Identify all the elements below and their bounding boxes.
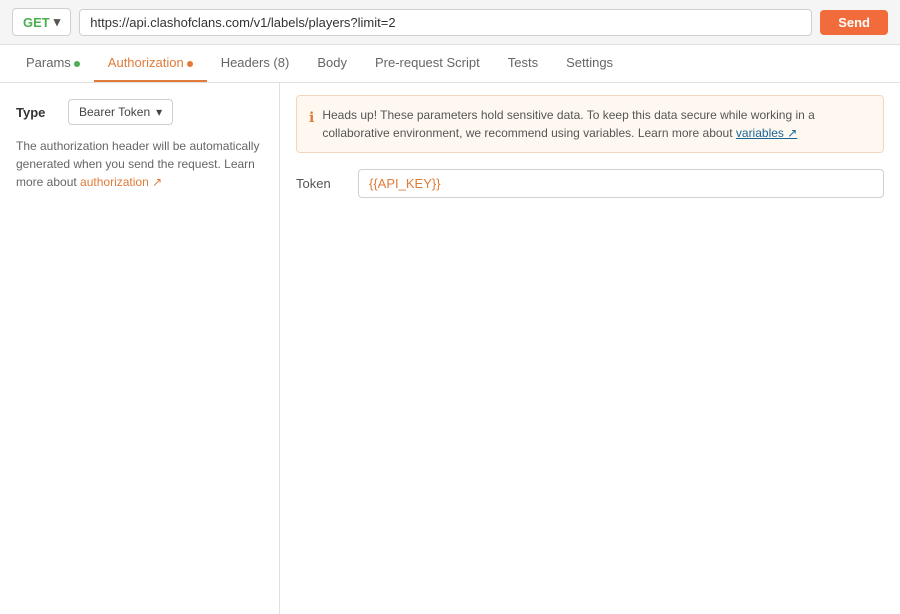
auto-desc-text: The authorization header will be automat… xyxy=(16,137,263,191)
tab-body[interactable]: Body xyxy=(303,45,361,82)
token-label: Token xyxy=(296,176,346,191)
tab-tests[interactable]: Tests xyxy=(494,45,552,82)
bearer-dropdown-icon: ▾ xyxy=(156,105,162,119)
type-label: Type xyxy=(16,105,56,120)
auth-content-area: Type Bearer Token ▾ The authorization he… xyxy=(0,83,900,614)
auth-right-panel: ℹ Heads up! These parameters hold sensit… xyxy=(280,83,900,614)
url-input[interactable] xyxy=(79,9,812,36)
params-dot xyxy=(74,61,80,67)
tab-headers[interactable]: Headers (8) xyxy=(207,45,304,82)
method-dropdown-icon: ▾ xyxy=(54,14,61,30)
tab-prerequest[interactable]: Pre-request Script xyxy=(361,45,494,82)
top-nav-tabs: Params Authorization Headers (8) Body Pr… xyxy=(0,45,900,83)
tab-authorization[interactable]: Authorization xyxy=(94,45,207,82)
tab-settings[interactable]: Settings xyxy=(552,45,627,82)
info-icon: ℹ xyxy=(309,107,314,128)
auth-learn-more-link[interactable]: authorization ↗ xyxy=(80,175,162,189)
send-button[interactable]: Send xyxy=(820,10,888,35)
url-bar: GET ▾ Send xyxy=(0,0,900,45)
bearer-token-select[interactable]: Bearer Token ▾ xyxy=(68,99,173,125)
type-row: Type Bearer Token ▾ xyxy=(16,99,263,125)
method-select[interactable]: GET ▾ xyxy=(12,8,71,36)
auth-dot xyxy=(187,61,193,67)
token-row: Token xyxy=(296,169,884,198)
method-label: GET xyxy=(23,15,50,30)
tab-params[interactable]: Params xyxy=(12,45,94,82)
info-banner: ℹ Heads up! These parameters hold sensit… xyxy=(296,95,884,153)
auth-left-panel: Type Bearer Token ▾ The authorization he… xyxy=(0,83,280,614)
token-input[interactable] xyxy=(358,169,884,198)
variables-link[interactable]: variables ↗ xyxy=(736,126,797,140)
